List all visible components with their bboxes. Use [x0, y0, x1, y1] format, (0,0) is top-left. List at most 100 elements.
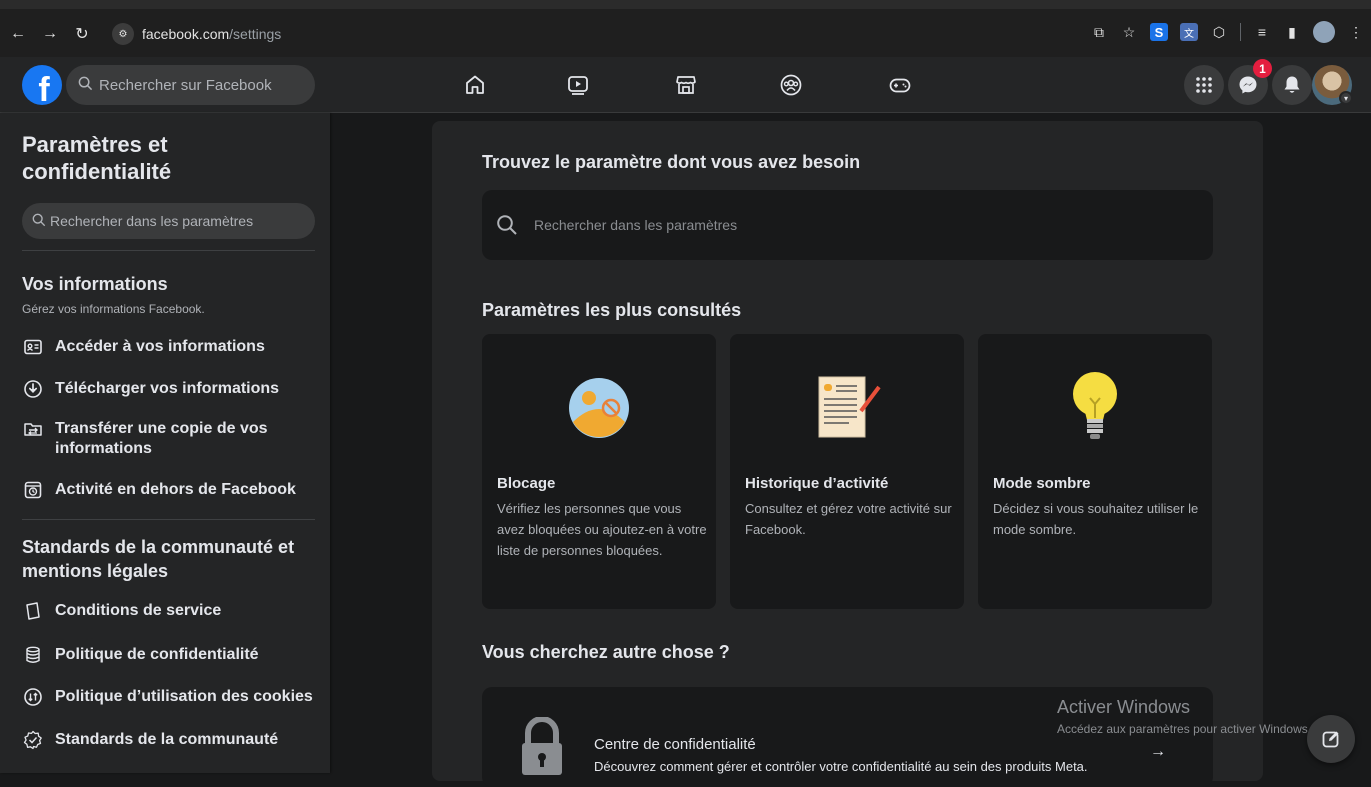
section-title-standards-legal: Standards de la communauté et mentions l… [22, 537, 295, 581]
tile-blocking[interactable]: Blocage Vérifiez les personnes que vous … [482, 334, 716, 609]
watermark-subtitle: Accédez aux paramètres pour activer Wind… [1057, 722, 1312, 736]
messenger-badge: 1 [1253, 59, 1272, 78]
looking-for-else-heading: Vous cherchez autre chose ? [482, 642, 730, 662]
tile-description: Consultez et gérez votre activité sur Fa… [745, 501, 952, 537]
nav-groups[interactable] [761, 57, 821, 113]
privacy-center-description: Découvrez comment gérer et contrôler vot… [594, 759, 1088, 774]
chevron-down-icon[interactable]: ▾ [1339, 91, 1353, 105]
activity-history-illustration-icon [730, 358, 964, 458]
main-search-input[interactable]: Rechercher dans les paramètres [482, 190, 1213, 260]
facebook-header: f Rechercher sur Facebook 1 ▾ [0, 57, 1371, 113]
side-panel-icon[interactable]: ▮ [1283, 23, 1301, 41]
url-host: facebook.com [142, 26, 230, 42]
messenger-icon [1239, 76, 1257, 94]
facebook-logo-letter: f [38, 71, 50, 105]
facebook-search-placeholder: Rechercher sur Facebook [99, 76, 272, 94]
toolbar-divider [1240, 23, 1241, 41]
more-menu-icon[interactable]: ⋮ [1347, 23, 1365, 41]
cast-icon[interactable]: ⧉ [1090, 23, 1108, 41]
sidebar-item-download-information[interactable]: Télécharger vos informations [22, 379, 317, 399]
reading-list-icon[interactable]: ≡ [1253, 23, 1271, 41]
most-viewed-heading: Paramètres les plus consultés [482, 300, 742, 320]
sidebar-item-cookies-policy[interactable]: Politique d’utilisation des cookies [22, 687, 317, 707]
section-subtitle: Gérez vos informations Facebook. [22, 302, 205, 316]
browser-address-row: ← → ↻ ⚙ facebook.com/settings ⧉ ☆ S 文 ⬡ … [0, 13, 1371, 55]
nav-home[interactable] [445, 57, 505, 113]
arrow-right-icon[interactable]: → [1150, 743, 1166, 761]
sidebar-item-privacy-policy[interactable]: Politique de confidentialité [22, 645, 317, 665]
url-path: /settings [229, 26, 282, 42]
facebook-search-input[interactable]: Rechercher sur Facebook [66, 65, 315, 105]
gaming-icon [889, 78, 911, 93]
privacy-center-title: Centre de confidentialité [594, 736, 756, 753]
sidebar-item-label: Standards de la communauté [55, 731, 279, 748]
cookie-icon [22, 687, 44, 707]
off-facebook-activity-icon [22, 480, 44, 500]
facebook-logo[interactable]: f [22, 65, 62, 105]
extensions-puzzle-icon[interactable]: ⬡ [1210, 23, 1228, 41]
site-info-icon[interactable]: ⚙ [112, 23, 134, 45]
badge-check-icon [22, 730, 44, 750]
id-card-icon [22, 337, 44, 357]
nav-gaming[interactable] [870, 57, 930, 113]
menu-button[interactable] [1184, 65, 1224, 105]
menu-grid-icon [1196, 77, 1212, 93]
download-icon [22, 379, 44, 399]
video-icon [568, 76, 588, 95]
browser-tab-strip [0, 0, 1371, 9]
book-icon [22, 601, 44, 621]
extensions-area: ⧉ ☆ S 文 ⬡ ≡ ▮ ⋮ [1090, 21, 1365, 43]
lock-icon [518, 716, 566, 782]
sidebar-item-access-information[interactable]: Accéder à vos informations [22, 337, 317, 357]
tile-description: Décidez si vous souhaitez utiliser le mo… [993, 501, 1199, 537]
tile-description: Vérifiez les personnes que vous avez blo… [497, 501, 707, 558]
sidebar-title: Paramètres et confidentialité [22, 132, 172, 184]
sidebar-item-transfer-copy[interactable]: Transférer une copie de vos informations [22, 419, 317, 459]
sidebar-item-label: Transférer une copie de vos informations [55, 420, 268, 457]
profile-icon[interactable] [1313, 21, 1335, 43]
settings-sidebar: Paramètres et confidentialité Rechercher… [0, 113, 330, 773]
sidebar-item-label: Télécharger vos informations [55, 380, 280, 397]
watermark-title: Activer Windows [1057, 697, 1191, 717]
new-message-button[interactable] [1307, 715, 1355, 763]
search-icon [78, 76, 93, 95]
search-icon [497, 215, 517, 235]
folder-transfer-icon [22, 419, 44, 439]
sidebar-item-off-facebook-activity[interactable]: Activité en dehors de Facebook [22, 480, 317, 500]
sidebar-item-label: Conditions de service [55, 602, 222, 619]
sidebar-item-community-standards[interactable]: Standards de la communauté [22, 730, 317, 750]
marketplace-icon [676, 76, 696, 94]
divider [22, 519, 315, 520]
divider [22, 250, 315, 251]
nav-video[interactable] [548, 57, 608, 113]
tile-title: Blocage [497, 475, 556, 492]
windows-activation-watermark: Activer Windows Accédez aux paramètres p… [1057, 697, 1311, 736]
nav-marketplace[interactable] [656, 57, 716, 113]
compose-icon [1322, 731, 1339, 748]
bookmark-star-icon[interactable]: ☆ [1120, 23, 1138, 41]
tile-title: Historique d’activité [745, 475, 889, 492]
tile-activity-history[interactable]: Historique d’activité Consultez et gérez… [730, 334, 964, 609]
home-icon [466, 75, 484, 94]
messenger-button[interactable]: 1 [1228, 59, 1272, 105]
search-icon [32, 213, 46, 230]
address-bar[interactable]: ⚙ facebook.com/settings [112, 19, 1124, 49]
groups-icon [780, 74, 802, 96]
database-icon [22, 645, 44, 665]
sidebar-search-input[interactable]: Rechercher dans les paramètres [22, 203, 315, 239]
tile-dark-mode[interactable]: Mode sombre Décidez si vous souhaitez ut… [978, 334, 1212, 609]
back-arrow-icon[interactable]: ← [4, 20, 32, 48]
sidebar-item-terms-of-service[interactable]: Conditions de service [22, 601, 317, 621]
lightbulb-icon [978, 358, 1212, 458]
reload-icon[interactable]: ↻ [68, 20, 96, 48]
sidebar-item-label: Politique d’utilisation des cookies [55, 688, 313, 705]
sidebar-item-label: Activité en dehors de Facebook [55, 481, 296, 498]
sidebar-item-label: Accéder à vos informations [55, 338, 265, 355]
forward-arrow-icon[interactable]: → [36, 20, 64, 48]
s-extension-icon[interactable]: S [1150, 23, 1168, 41]
notifications-bell-icon [1284, 76, 1300, 93]
sidebar-item-label: Politique de confidentialité [55, 646, 259, 663]
notifications-button[interactable] [1272, 65, 1312, 105]
tile-title: Mode sombre [993, 475, 1091, 492]
translate-extension-icon[interactable]: 文 [1180, 23, 1198, 41]
